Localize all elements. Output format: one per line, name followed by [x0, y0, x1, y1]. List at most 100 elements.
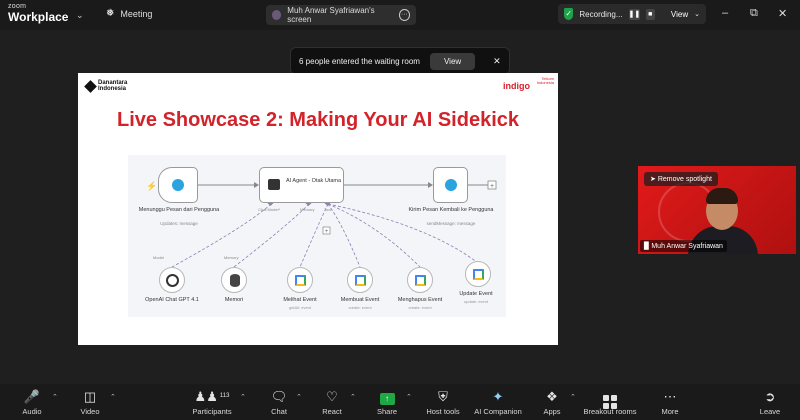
calendar-node[interactable] — [347, 267, 373, 293]
video-options-caret[interactable]: ⌃ — [110, 393, 116, 401]
breakout-grid-icon — [580, 388, 640, 409]
minimize-icon[interactable]: – — [722, 7, 728, 19]
tool-sub: update: event — [463, 299, 489, 304]
robot-icon — [268, 179, 280, 190]
chat-options-caret[interactable]: ⌃ — [296, 393, 302, 401]
more-dots-icon: ⋯ — [663, 389, 677, 404]
signal-icon: ▉ — [644, 243, 650, 250]
trigger-sub: Updates: message — [160, 221, 198, 226]
handle-memory-label: Memory — [300, 207, 315, 212]
host-tools-button[interactable]: ⛨ Host tools — [415, 388, 471, 416]
participants-label: Participants — [192, 407, 232, 416]
google-calendar-icon — [355, 275, 366, 286]
reply-sub: sendMessage: message — [426, 221, 476, 226]
pin-icon: ➤ — [650, 176, 656, 183]
telegram-icon — [444, 179, 457, 191]
ai-agent-node[interactable]: AI Agent - Otak Utama — [259, 167, 344, 203]
chevron-down-icon[interactable]: ⌄ — [694, 10, 700, 18]
avatar — [272, 10, 282, 20]
danantara-logo: Danantara Indonesia — [84, 79, 132, 93]
google-calendar-icon — [473, 269, 484, 280]
tool-label: Memori — [224, 297, 244, 303]
recording-label: Recording... — [579, 9, 623, 19]
paw-icon: ❅ — [106, 8, 115, 19]
reply-label: Kirim Pesan Kembali ke Pengguna — [408, 207, 494, 213]
react-options-caret[interactable]: ⌃ — [350, 393, 356, 401]
meeting-toolbar: 🎤 Audio ⌃ ◫ Video ⌃ ♟♟ 113 Participants ⌃… — [0, 384, 800, 420]
branch-memory-label: Memory — [224, 255, 239, 260]
share-label: Share — [376, 407, 397, 416]
participants-count: 113 — [219, 393, 230, 399]
tool-sub: create: event — [408, 305, 432, 310]
brand-small: zoom — [8, 3, 27, 10]
participants-options-caret[interactable]: ⌃ — [240, 393, 246, 401]
close-icon[interactable]: ✕ — [778, 7, 787, 20]
audio-options-caret[interactable]: ⌃ — [52, 393, 58, 401]
participant-hair — [706, 188, 738, 204]
security-shield-icon[interactable]: ✓ — [564, 8, 574, 20]
tool-sub: create: event — [348, 305, 372, 310]
notification-text: 6 people entered the waiting room — [299, 56, 420, 66]
memory-node[interactable] — [221, 267, 247, 293]
calendar-node[interactable] — [287, 267, 313, 293]
calendar-node[interactable] — [465, 261, 491, 287]
more-button[interactable]: ⋯ More — [642, 388, 698, 416]
react-label: React — [322, 407, 342, 416]
participants-button[interactable]: ♟♟ 113 Participants — [182, 388, 242, 416]
participant-name-tag: ▉ Muh Anwar Syafriawan — [640, 240, 727, 252]
telegram-trigger-node[interactable] — [158, 167, 198, 203]
share-options-caret[interactable]: ⌃ — [406, 393, 412, 401]
telegram-send-node[interactable] — [433, 167, 468, 203]
google-calendar-icon — [295, 275, 306, 286]
meeting-tab[interactable]: ❅ Meeting — [106, 8, 152, 19]
close-icon[interactable]: ✕ — [493, 56, 501, 67]
stop-recording-icon[interactable]: ■ — [645, 8, 655, 20]
google-calendar-icon — [415, 275, 426, 286]
more-label: More — [661, 407, 679, 416]
shield-icon: ⛨ — [438, 389, 448, 404]
restore-icon[interactable]: ⧉ — [750, 7, 758, 20]
calendar-node[interactable] — [407, 267, 433, 293]
tool-label: Melihat Event — [283, 297, 317, 303]
remove-spotlight-label: Remove spotlight — [657, 176, 712, 183]
slide-title: Live Showcase 2: Making Your AI Sidekick — [117, 109, 519, 131]
remove-spotlight-button[interactable]: ➤ Remove spotlight — [644, 172, 718, 186]
tool-label: Update Event — [459, 291, 493, 297]
leave-door-icon: ➲ — [764, 389, 776, 404]
pause-recording-icon[interactable]: ❚❚ — [628, 8, 640, 20]
branch-model-label: Model — [153, 255, 164, 260]
apps-label: Apps — [543, 407, 561, 416]
view-waiting-room-button[interactable]: View — [429, 52, 476, 70]
database-icon — [230, 274, 240, 287]
participant-name: Muh Anwar Syafriawan — [651, 243, 723, 250]
audio-label: Audio — [22, 407, 42, 416]
brand-name: Workplace — [8, 10, 69, 24]
chevron-down-icon[interactable]: ⌄ — [76, 10, 84, 21]
breakout-rooms-button[interactable]: Breakout rooms — [580, 388, 640, 416]
screen-share-label: Muh Anwar Syafriawan's screen — [287, 6, 375, 24]
ai-companion-label: AI Companion — [474, 407, 522, 416]
svg-text:+: + — [325, 229, 329, 235]
leave-button[interactable]: ➲ Leave — [742, 388, 798, 416]
svg-text:⚡: ⚡ — [146, 180, 157, 192]
apps-options-caret[interactable]: ⌃ — [570, 393, 576, 401]
telegram-icon — [172, 179, 184, 191]
spotlight-video-tile[interactable]: ➤ Remove spotlight ▉ Muh Anwar Syafriawa… — [638, 166, 796, 254]
ai-companion-button[interactable]: ✦ AI Companion — [469, 388, 527, 416]
svg-text:+: + — [490, 183, 494, 190]
tool-label: Menghapus Event — [397, 297, 443, 303]
waiting-room-notification: 6 people entered the waiting room View ✕ — [290, 47, 510, 75]
view-menu-button[interactable]: View — [671, 10, 688, 19]
tool-label: OpenAI Chat GPT 4.1 — [145, 297, 199, 303]
host-tools-label: Host tools — [426, 407, 460, 416]
leave-label: Leave — [759, 407, 781, 416]
more-options-icon[interactable]: ··· — [398, 9, 410, 21]
screen-share-pill[interactable]: Muh Anwar Syafriawan's screen ··· — [266, 5, 416, 25]
workflow-diagram: + ⚡ + Menunggu Pesan dari Pengguna Updat… — [128, 155, 506, 317]
tool-sub: getAll: event — [288, 305, 311, 310]
tool-label: Membuat Event — [340, 297, 380, 303]
indigo-logo: indigo — [503, 81, 530, 91]
sparkle-icon: ✦ — [492, 389, 504, 404]
openai-node[interactable] — [159, 267, 185, 293]
diamond-icon — [84, 79, 97, 93]
